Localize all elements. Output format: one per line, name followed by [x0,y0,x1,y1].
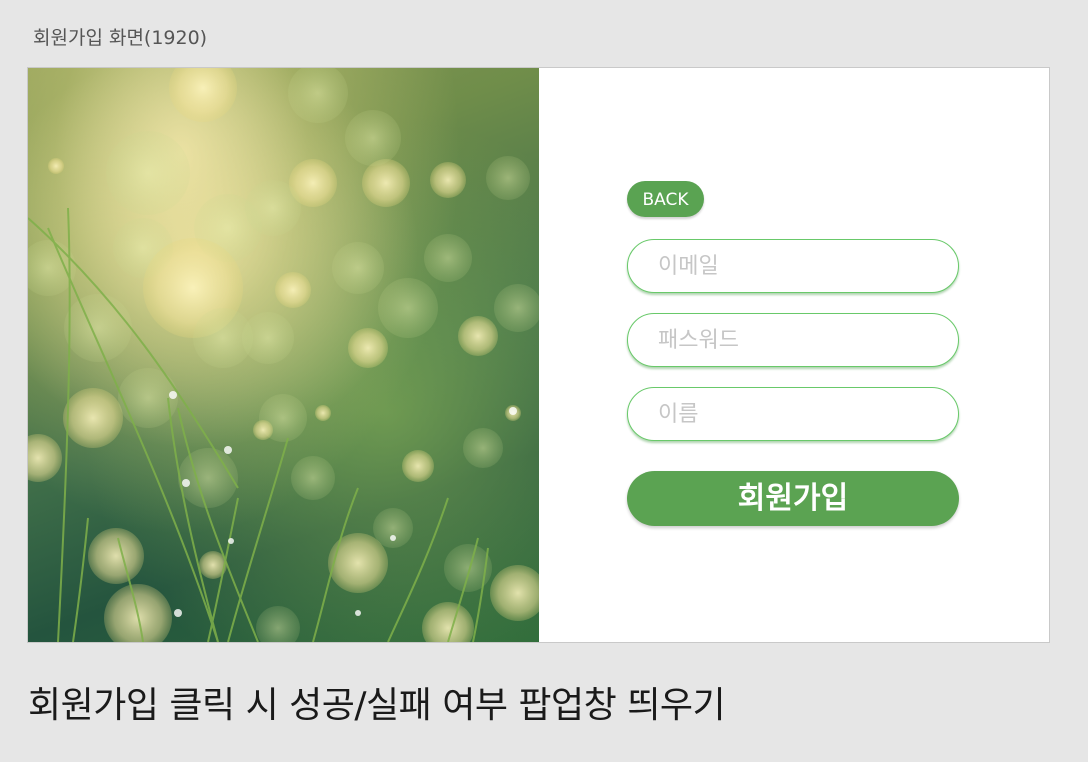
frame-title: 회원가입 화면(1920) [33,27,208,49]
annotation-note: 회원가입 클릭 시 성공/실패 여부 팝업창 띄우기 [28,685,726,726]
password-field[interactable] [627,313,959,367]
name-field[interactable] [627,387,959,441]
signup-button[interactable]: 회원가입 [627,471,959,526]
grass-bokeh-photo-icon [28,68,539,642]
email-field[interactable] [627,239,959,293]
grass-bokeh-photo [28,68,539,642]
signup-screen: BACK 회원가입 [27,67,1050,643]
back-button[interactable]: BACK [627,181,704,217]
